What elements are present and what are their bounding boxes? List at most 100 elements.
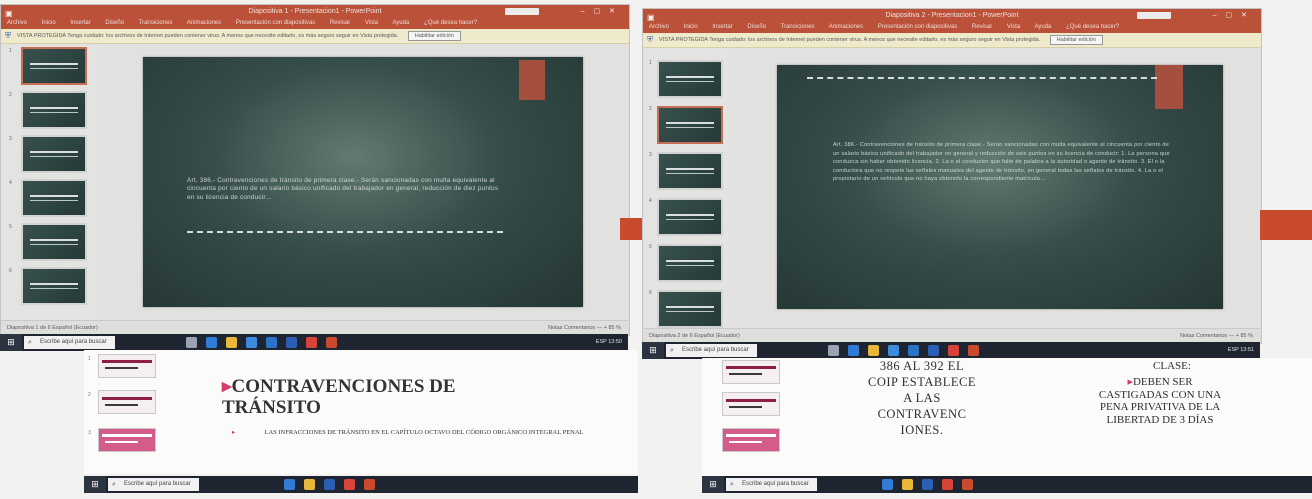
word-icon[interactable]: [286, 337, 297, 348]
protected-view-message: VISTA PROTEGIDA Tenga cuidado: los archi…: [659, 37, 1041, 43]
store-icon[interactable]: [888, 345, 899, 356]
tab-presentacion[interactable]: Presentación con diapositivas: [878, 24, 957, 30]
slide-thumbnail-1[interactable]: [98, 354, 156, 378]
file-explorer-icon[interactable]: [226, 337, 237, 348]
tell-me-search[interactable]: ¿Qué desea hacer?: [1066, 24, 1119, 30]
powerpoint-app-icon: ▣: [5, 9, 13, 18]
taskbar-search-box[interactable]: ⌕ Escribe aquí para buscar: [666, 344, 757, 357]
window-controls[interactable]: –▢✕: [581, 5, 624, 18]
file-explorer-icon[interactable]: [902, 479, 913, 490]
slide-thumbnail-1[interactable]: [657, 60, 723, 98]
sign-in-button[interactable]: [505, 8, 539, 15]
word-icon[interactable]: [324, 479, 335, 490]
edge-icon[interactable]: [848, 345, 859, 356]
taskbar-search-box[interactable]: ⌕ Escribe aquí para buscar: [24, 336, 115, 349]
powerpoint-taskbar-icon[interactable]: [962, 479, 973, 490]
tab-vista[interactable]: Vista: [365, 20, 378, 26]
mail-icon[interactable]: [266, 337, 277, 348]
word-icon[interactable]: [928, 345, 939, 356]
enable-editing-button[interactable]: Habilitar edición: [1049, 34, 1103, 45]
thumb-number: 3: [649, 152, 652, 158]
slide-thumbnail-5[interactable]: [657, 244, 723, 282]
tab-archivo[interactable]: Archivo: [649, 24, 669, 30]
word-icon[interactable]: [922, 479, 933, 490]
tab-ayuda[interactable]: Ayuda: [1034, 24, 1051, 30]
chrome-icon[interactable]: [306, 337, 317, 348]
file-explorer-icon[interactable]: [868, 345, 879, 356]
zoom-controls[interactable]: Notas Comentarios — + 85 %: [548, 321, 621, 335]
thumb-number: 2: [88, 392, 91, 398]
sign-in-button[interactable]: [1137, 12, 1171, 19]
edge-icon[interactable]: [284, 479, 295, 490]
tab-vista[interactable]: Vista: [1007, 24, 1020, 30]
tab-revisar[interactable]: Revisar: [330, 20, 350, 26]
mail-icon[interactable]: [908, 345, 919, 356]
enable-editing-button[interactable]: Habilitar edición: [407, 30, 461, 41]
windows-start-icon[interactable]: ⊞: [0, 334, 22, 351]
zoom-controls[interactable]: Notas Comentarios — + 85 %: [1180, 329, 1253, 343]
tab-diseno[interactable]: Diseño: [747, 24, 766, 30]
tab-diseno[interactable]: Diseño: [105, 20, 124, 26]
slide-thumbnail-6[interactable]: [657, 290, 723, 328]
tab-archivo[interactable]: Archivo: [7, 20, 27, 26]
tab-inicio[interactable]: Inicio: [684, 24, 698, 30]
slide-thumbnail-1[interactable]: [722, 360, 780, 384]
slide-counter: Diapositiva 2 de 6 Español (Ecuador): [649, 333, 740, 339]
tab-ayuda[interactable]: Ayuda: [392, 20, 409, 26]
tab-transiciones[interactable]: Transiciones: [139, 20, 173, 26]
chrome-icon[interactable]: [344, 479, 355, 490]
edge-icon[interactable]: [882, 479, 893, 490]
tab-transiciones[interactable]: Transiciones: [781, 24, 815, 30]
windows-start-icon[interactable]: ⊞: [84, 476, 106, 493]
protected-view-message: VISTA PROTEGIDA Tenga cuidado: los archi…: [17, 33, 399, 39]
store-icon[interactable]: [246, 337, 257, 348]
slide-body-text: Art. 386.- Contravenciones de tránsito d…: [187, 177, 499, 201]
slide-thumbnail-2[interactable]: [722, 392, 780, 416]
tab-insertar[interactable]: Insertar: [712, 24, 732, 30]
slide-canvas[interactable]: Art. 386.- Contravenciones de tránsito d…: [777, 65, 1223, 309]
tab-insertar[interactable]: Insertar: [70, 20, 90, 26]
edge-icon[interactable]: [206, 337, 217, 348]
tab-animaciones[interactable]: Animaciones: [187, 20, 221, 26]
slide-canvas[interactable]: Art. 386.- Contravenciones de tránsito d…: [143, 57, 583, 307]
powerpoint-taskbar-icon[interactable]: [326, 337, 337, 348]
task-view-icon[interactable]: [828, 345, 839, 356]
slide-thumbnail-2[interactable]: [21, 91, 87, 129]
file-explorer-icon[interactable]: [304, 479, 315, 490]
windows-start-icon[interactable]: ⊞: [702, 476, 724, 493]
slide-thumbnail-4[interactable]: [657, 198, 723, 236]
windows-start-icon[interactable]: ⊞: [642, 342, 664, 359]
windows-taskbar-left: ⊞ ⌕ Escribe aquí para buscar ESP 13:50: [0, 334, 628, 351]
slide-thumbnail-3[interactable]: [21, 135, 87, 173]
powerpoint-taskbar-icon[interactable]: [968, 345, 979, 356]
taskbar-search-box[interactable]: ⌕ Escribe aquí para buscar: [108, 478, 199, 491]
slide-thumbnail-5[interactable]: [21, 223, 87, 261]
tab-animaciones[interactable]: Animaciones: [829, 24, 863, 30]
windows-taskbar-right: ⊞ ⌕ Escribe aquí para buscar ESP 13:51: [642, 342, 1260, 359]
slide-thumbnail-4[interactable]: [21, 179, 87, 217]
protected-view-bar: ⛨ VISTA PROTEGIDA Tenga cuidado: los arc…: [1, 29, 629, 44]
chrome-icon[interactable]: [942, 479, 953, 490]
chrome-icon[interactable]: [948, 345, 959, 356]
taskbar-search-box[interactable]: ⌕ Escribe aquí para buscar: [726, 478, 817, 491]
slide-thumbnail-6[interactable]: [21, 267, 87, 305]
task-view-icon[interactable]: [186, 337, 197, 348]
tab-revisar[interactable]: Revisar: [972, 24, 992, 30]
slide-thumbnail-1[interactable]: [21, 47, 87, 85]
tab-presentacion[interactable]: Presentación con diapositivas: [236, 20, 315, 26]
window-controls[interactable]: –▢✕: [1213, 9, 1256, 22]
slide-thumbnail-2[interactable]: [98, 390, 156, 414]
thumb-number: 6: [9, 268, 12, 274]
slide-title: ▸CONTRAVENCIONES DE TRÁNSITO: [222, 376, 502, 418]
slide-right-text: DEBEN SER CASTIGADAS CON UNA PENA PRIVAT…: [1098, 376, 1222, 426]
slide-thumbnail-3[interactable]: [657, 152, 723, 190]
slide-thumbnail-2[interactable]: [657, 106, 723, 144]
slide-thumbnail-3[interactable]: [722, 428, 780, 452]
powerpoint-window-left: ▣ Diapositiva 1 - Presentacion1 - PowerP…: [0, 4, 630, 336]
tell-me-search[interactable]: ¿Qué desea hacer?: [424, 20, 477, 26]
slide-thumbnail-3[interactable]: [98, 428, 156, 452]
powerpoint-taskbar-icon[interactable]: [364, 479, 375, 490]
powerpoint-window-right: ▣ Diapositiva 2 - Presentacion1 - PowerP…: [642, 8, 1262, 344]
tab-inicio[interactable]: Inicio: [42, 20, 56, 26]
search-icon: ⌕: [670, 347, 674, 354]
